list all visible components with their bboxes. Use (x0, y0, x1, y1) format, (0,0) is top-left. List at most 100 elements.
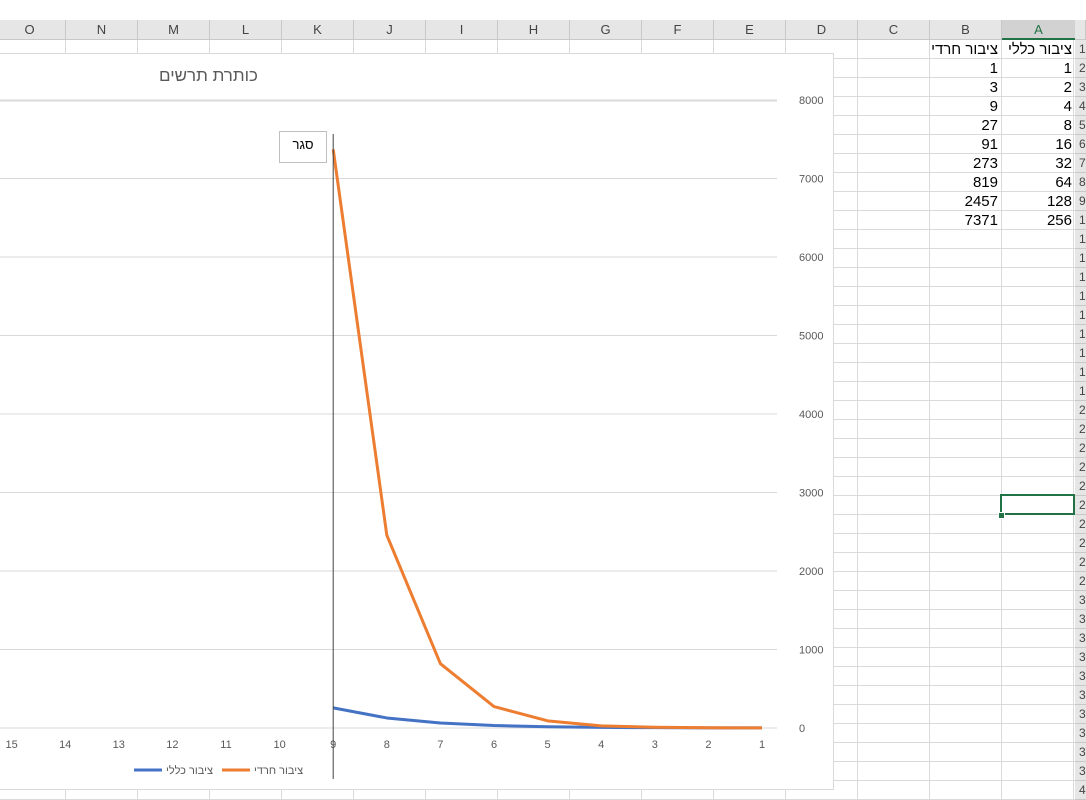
row-header[interactable]: 12 (1075, 249, 1086, 268)
y-tick-label: 5000 (799, 331, 823, 343)
row-header[interactable]: 4 (1075, 97, 1086, 116)
column-header-L[interactable]: L (210, 20, 282, 40)
x-tick-label: 4 (598, 739, 604, 751)
x-tick-label: 7 (437, 739, 443, 751)
row-header[interactable]: 40 (1075, 781, 1086, 800)
spreadsheet-grid[interactable]: ONMLKJIHGFEDCBA1234567891011121314151617… (0, 0, 1086, 800)
column-header-D[interactable]: D (786, 20, 858, 40)
column-header-G[interactable]: G (570, 20, 642, 40)
cell-B9[interactable]: 2457 (930, 192, 1001, 211)
row-header[interactable]: 37 (1075, 724, 1086, 743)
y-tick-label: 2000 (799, 566, 823, 578)
row-header[interactable]: 10 (1075, 211, 1086, 230)
cell-A5[interactable]: 8 (1001, 116, 1075, 135)
cell-B8[interactable]: 819 (930, 173, 1001, 192)
row-header[interactable]: 27 (1075, 534, 1086, 553)
row-header[interactable]: 35 (1075, 686, 1086, 705)
row-header[interactable]: 29 (1075, 572, 1086, 591)
column-header-M[interactable]: M (138, 20, 210, 40)
column-header-H[interactable]: H (498, 20, 570, 40)
row-header[interactable]: 23 (1075, 458, 1086, 477)
column-header-O[interactable]: O (0, 20, 66, 40)
cell-A1[interactable]: ציבור כללי (1001, 40, 1075, 59)
row-header[interactable]: 19 (1075, 382, 1086, 401)
cell-B7[interactable]: 273 (930, 154, 1001, 173)
cell-B4[interactable]: 9 (930, 97, 1001, 116)
cell-B2[interactable]: 1 (930, 59, 1001, 78)
row-header[interactable]: 8 (1075, 173, 1086, 192)
y-tick-label: 0 (799, 723, 805, 735)
row-header[interactable]: 1 (1075, 40, 1086, 59)
annotation-textbox[interactable]: סגר (279, 131, 327, 163)
y-tick-label: 6000 (799, 252, 823, 264)
legend-label: ציבור חרדי (254, 765, 303, 777)
column-header-N[interactable]: N (66, 20, 138, 40)
row-header[interactable]: 34 (1075, 667, 1086, 686)
row-header[interactable]: 7 (1075, 154, 1086, 173)
column-divider (857, 40, 858, 800)
cell-B10[interactable]: 7371 (930, 211, 1001, 230)
column-header-C[interactable]: C (858, 20, 930, 40)
row-header[interactable]: 2 (1075, 59, 1086, 78)
row-header[interactable]: 21 (1075, 420, 1086, 439)
x-tick-label: 5 (545, 739, 551, 751)
row-header[interactable]: 3 (1075, 78, 1086, 97)
row-header[interactable]: 39 (1075, 762, 1086, 781)
fill-handle[interactable] (998, 512, 1005, 519)
row-header[interactable]: 24 (1075, 477, 1086, 496)
row-header[interactable]: 28 (1075, 553, 1086, 572)
row-header[interactable]: 18 (1075, 363, 1086, 382)
column-header-E[interactable]: E (714, 20, 786, 40)
cell-A3[interactable]: 2 (1001, 78, 1075, 97)
cell-A2[interactable]: 1 (1001, 59, 1075, 78)
column-header-A[interactable]: A (1002, 20, 1076, 40)
row-header[interactable]: 11 (1075, 230, 1086, 249)
y-tick-label: 1000 (799, 645, 823, 657)
cell-A9[interactable]: 128 (1001, 192, 1075, 211)
row-header[interactable]: 30 (1075, 591, 1086, 610)
row-header[interactable]: 5 (1075, 116, 1086, 135)
row-header[interactable]: 25 (1075, 496, 1086, 515)
x-tick-label: 14 (59, 739, 71, 751)
x-tick-label: 10 (273, 739, 285, 751)
row-header[interactable]: 20 (1075, 401, 1086, 420)
cell-A6[interactable]: 16 (1001, 135, 1075, 154)
selected-cell[interactable] (1000, 494, 1075, 515)
cell-A10[interactable]: 256 (1001, 211, 1075, 230)
x-tick-label: 13 (113, 739, 125, 751)
column-header-I[interactable]: I (426, 20, 498, 40)
cell-B3[interactable]: 3 (930, 78, 1001, 97)
cell-A8[interactable]: 64 (1001, 173, 1075, 192)
cell-B6[interactable]: 91 (930, 135, 1001, 154)
row-header[interactable]: 14 (1075, 287, 1086, 306)
row-header[interactable]: 33 (1075, 648, 1086, 667)
row-header[interactable]: 16 (1075, 325, 1086, 344)
row-header[interactable]: 31 (1075, 610, 1086, 629)
row-header[interactable]: 32 (1075, 629, 1086, 648)
column-header-J[interactable]: J (354, 20, 426, 40)
column-header-F[interactable]: F (642, 20, 714, 40)
cell-B1[interactable]: ציבור חרדי (930, 40, 1001, 59)
row-header[interactable]: 36 (1075, 705, 1086, 724)
column-header-K[interactable]: K (282, 20, 354, 40)
x-tick-label: 6 (491, 739, 497, 751)
toolbar-strip (0, 0, 1086, 21)
row-header[interactable]: 13 (1075, 268, 1086, 287)
chart-plot: 0100020003000400050006000700080001234567… (0, 95, 823, 779)
x-tick-label: 3 (652, 739, 658, 751)
row-header[interactable]: 9 (1075, 192, 1086, 211)
row-header[interactable]: 15 (1075, 306, 1086, 325)
cell-A4[interactable]: 4 (1001, 97, 1075, 116)
row-header[interactable]: 17 (1075, 344, 1086, 363)
column-header-B[interactable]: B (930, 20, 1002, 40)
row-header[interactable]: 22 (1075, 439, 1086, 458)
row-header[interactable]: 6 (1075, 135, 1086, 154)
cell-A7[interactable]: 32 (1001, 154, 1075, 173)
select-all-corner[interactable] (1075, 20, 1086, 40)
row-header[interactable]: 38 (1075, 743, 1086, 762)
row-header[interactable]: 26 (1075, 515, 1086, 534)
cell-B5[interactable]: 27 (930, 116, 1001, 135)
y-tick-label: 3000 (799, 488, 823, 500)
x-tick-label: 8 (384, 739, 390, 751)
chart[interactable]: כותרת תרשים 0 1000 2000 3000 4000 5000 6000 700… (0, 53, 834, 790)
